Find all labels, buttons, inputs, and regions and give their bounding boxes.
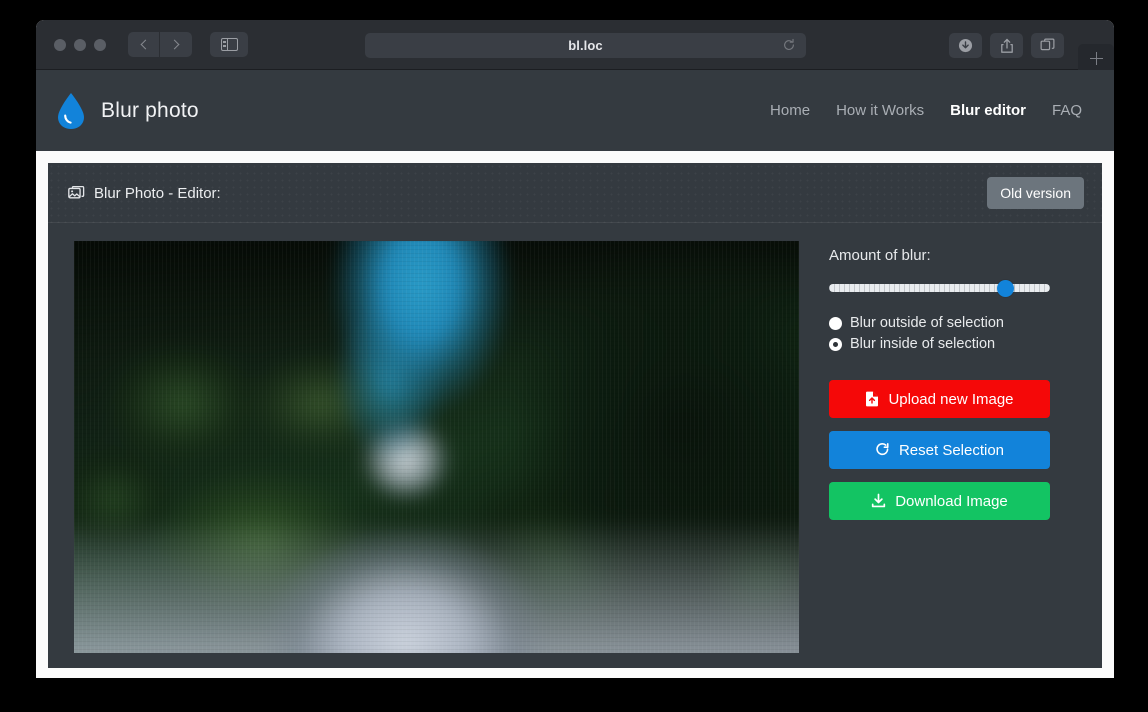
back-button[interactable] <box>128 32 160 57</box>
download-icon <box>871 493 886 509</box>
water-droplet-icon <box>58 92 84 129</box>
chevron-left-icon <box>140 39 150 50</box>
old-version-button[interactable]: Old version <box>987 177 1084 209</box>
nav-item-blur-editor[interactable]: Blur editor <box>950 102 1026 119</box>
downloads-button[interactable] <box>949 33 982 58</box>
editor-card-header: Blur Photo - Editor: Old version <box>48 163 1102 223</box>
redo-arrow-icon <box>875 442 890 458</box>
chevron-right-icon <box>169 39 180 50</box>
forward-button[interactable] <box>160 32 192 57</box>
nav-buttons-group <box>128 32 192 57</box>
browser-toolbar: bl.loc <box>36 20 1114 73</box>
slider-thumb[interactable] <box>997 280 1014 297</box>
close-window-button[interactable] <box>54 38 66 51</box>
download-image-button[interactable]: Download Image <box>829 482 1050 520</box>
radio-option-blur-inside[interactable]: Blur inside of selection <box>829 336 1082 352</box>
url-text: bl.loc <box>568 38 603 53</box>
radio-option-blur-outside[interactable]: Blur outside of selection <box>829 315 1082 331</box>
slider-track[interactable] <box>829 284 1050 292</box>
minimize-window-button[interactable] <box>74 38 86 51</box>
sidebar-icon <box>220 38 238 51</box>
share-icon <box>1000 38 1013 53</box>
images-icon <box>68 185 85 198</box>
reset-selection-button[interactable]: Reset Selection <box>829 431 1050 469</box>
toolbar-right-actions <box>949 33 1064 58</box>
address-bar[interactable]: bl.loc <box>365 33 806 58</box>
main-nav: Home How it Works Blur editor FAQ <box>770 102 1082 119</box>
share-button[interactable] <box>990 33 1023 58</box>
blur-amount-label: Amount of blur: <box>829 247 931 264</box>
tab-overview-button[interactable] <box>1031 33 1064 58</box>
show-sidebar-button[interactable] <box>210 32 248 57</box>
editor-card: Blur Photo - Editor: Old version Amount … <box>48 163 1102 668</box>
tabs-icon <box>1040 38 1055 51</box>
brand[interactable]: Blur photo <box>56 92 199 130</box>
editor-card-body: Amount of blur: Blur outside of selectio… <box>48 223 1102 653</box>
download-circle-icon <box>958 38 973 53</box>
radio-inside-label[interactable]: Blur inside of selection <box>850 336 995 352</box>
upload-button-label: Upload new Image <box>888 390 1014 408</box>
editor-action-buttons: Upload new Image Reset Selection Downloa… <box>829 380 1050 520</box>
photo-canvas[interactable] <box>74 241 799 653</box>
maximize-window-button[interactable] <box>94 38 106 51</box>
upload-new-image-button[interactable]: Upload new Image <box>829 380 1050 418</box>
brand-title: Blur photo <box>101 98 199 122</box>
blurred-photo <box>74 241 799 653</box>
new-tab-button[interactable] <box>1078 44 1114 73</box>
radio-outside-icon[interactable] <box>829 316 842 330</box>
nav-item-home[interactable]: Home <box>770 102 810 119</box>
card-title-group: Blur Photo - Editor: <box>68 185 221 202</box>
download-button-label: Download Image <box>895 492 1008 510</box>
radio-outside-label[interactable]: Blur outside of selection <box>850 315 1004 331</box>
card-title: Blur Photo - Editor: <box>94 184 221 202</box>
page-content: Blur photo Home How it Works Blur editor… <box>36 70 1114 678</box>
nav-item-faq[interactable]: FAQ <box>1052 102 1082 119</box>
browser-window: bl.loc Blur photo Home How it Works Blur… <box>36 20 1114 678</box>
editor-controls: Amount of blur: Blur outside of selectio… <box>829 241 1082 653</box>
blur-amount-slider[interactable] <box>829 280 1050 297</box>
radio-inside-icon[interactable] <box>829 337 842 351</box>
blur-slider-row <box>829 280 1082 297</box>
reset-button-label: Reset Selection <box>898 441 1005 459</box>
window-traffic-lights <box>54 38 106 51</box>
nav-item-how-it-works[interactable]: How it Works <box>836 102 924 119</box>
file-upload-icon <box>865 391 879 407</box>
plus-icon <box>1089 52 1103 65</box>
reload-icon[interactable] <box>782 38 796 52</box>
site-header: Blur photo Home How it Works Blur editor… <box>36 70 1114 151</box>
